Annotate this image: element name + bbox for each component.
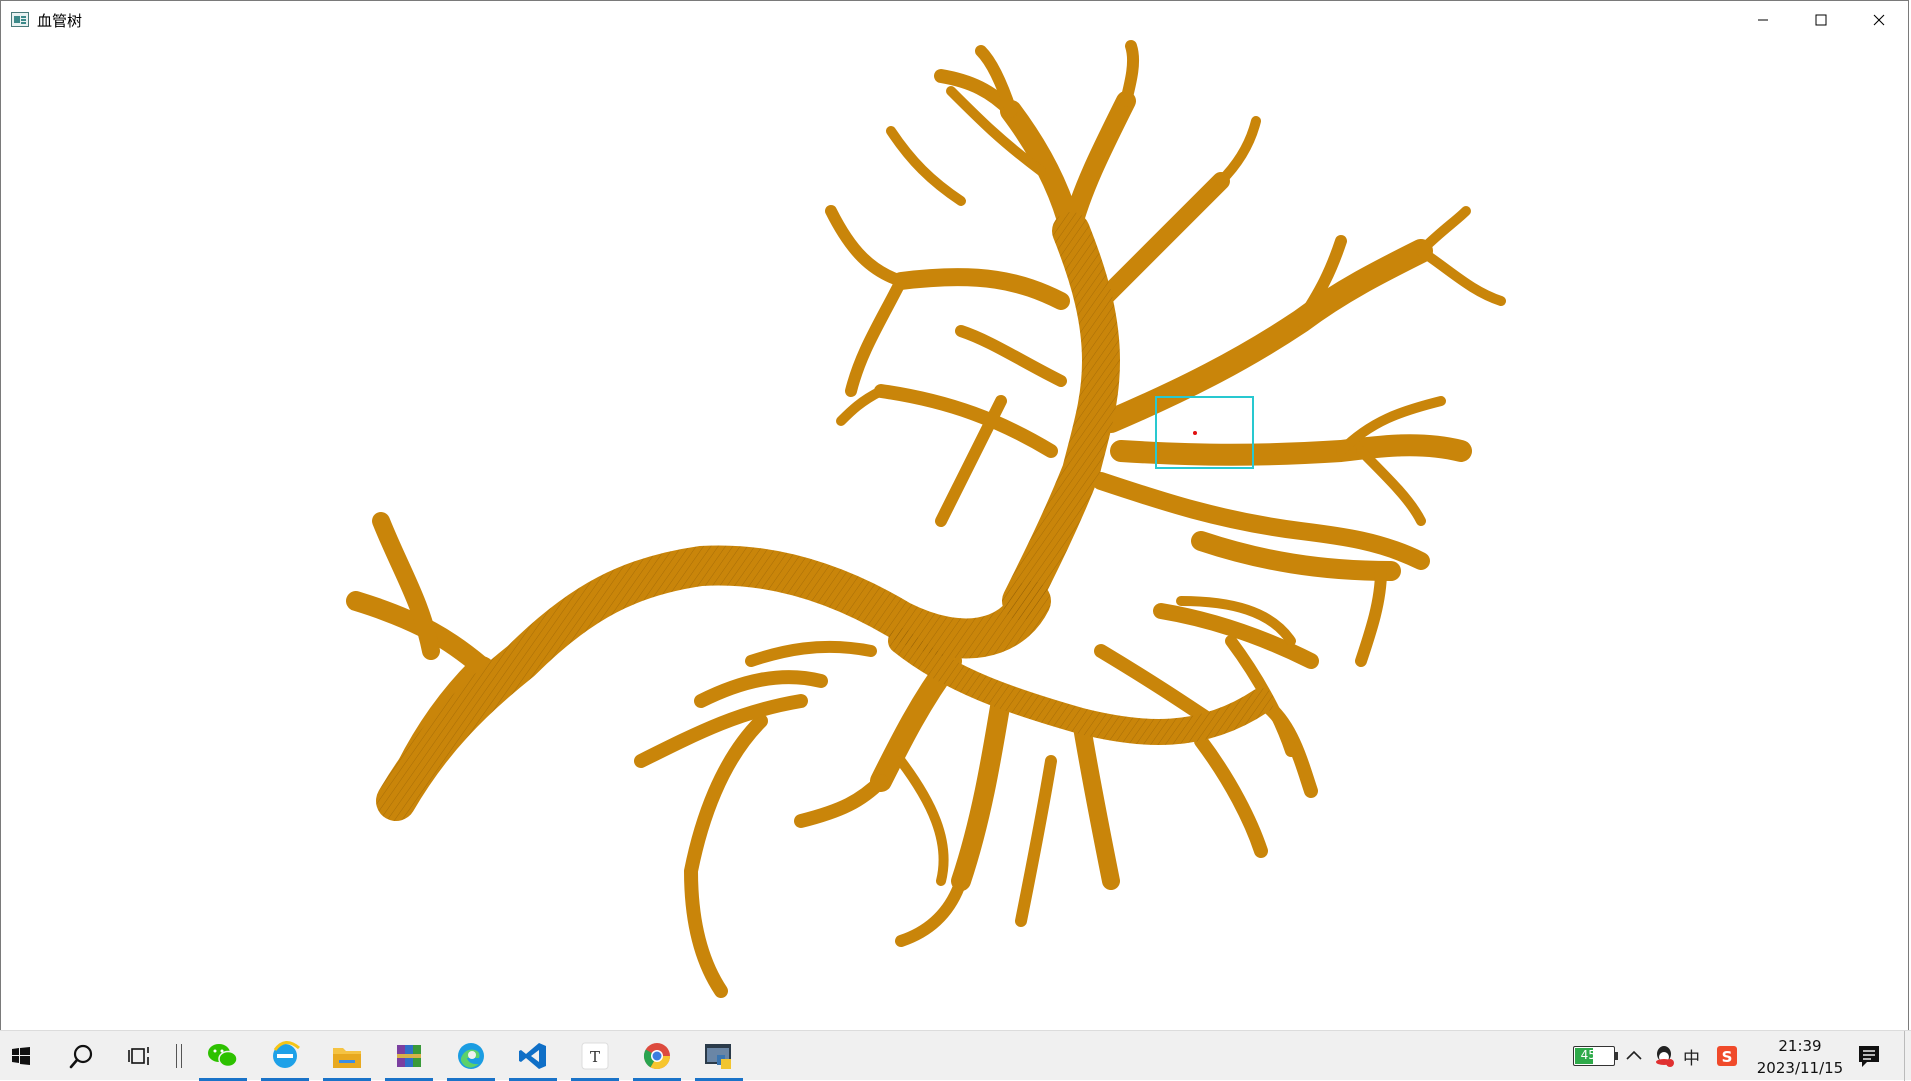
qq-icon — [1656, 1046, 1674, 1067]
3d-viewport[interactable] — [1, 39, 1908, 1031]
taskbar-vscode[interactable] — [503, 1031, 563, 1081]
clock-date: 2023/11/15 — [1756, 1059, 1844, 1077]
vscode-icon — [519, 1043, 546, 1069]
minimize-icon — [1758, 19, 1768, 21]
window-title: 血管树 — [37, 12, 83, 30]
taskbar-file-explorer[interactable] — [317, 1031, 377, 1081]
file-explorer-icon — [333, 1048, 361, 1068]
search-icon — [69, 1044, 93, 1069]
task-view-icon — [128, 1047, 149, 1065]
clock-time: 21:39 — [1778, 1037, 1822, 1055]
system-clock[interactable]: 21:39 2023/11/15 — [1745, 1035, 1855, 1079]
start-button[interactable] — [0, 1031, 42, 1081]
tray-sogou[interactable]: S — [1716, 1044, 1738, 1072]
search-button[interactable] — [52, 1031, 112, 1081]
svg-text:S: S — [1722, 1048, 1733, 1066]
chrome-icon — [643, 1043, 671, 1070]
task-view-button[interactable] — [110, 1031, 170, 1081]
battery-indicator[interactable]: 45% — [1573, 1046, 1615, 1066]
chevron-up-icon — [1626, 1050, 1642, 1060]
vessel-tree-model[interactable] — [1, 39, 1908, 1031]
battery-percent: 45% — [1580, 1048, 1608, 1062]
taskbar-divider — [176, 1044, 182, 1068]
svg-text:T: T — [590, 1048, 600, 1066]
taskbar-edge[interactable] — [441, 1031, 501, 1081]
python-app-icon — [705, 1044, 731, 1069]
start-icon — [12, 1047, 30, 1065]
app-window-icon — [11, 12, 29, 27]
close-button[interactable] — [1850, 1, 1908, 39]
show-desktop-button[interactable] — [1904, 1031, 1905, 1081]
winrar-icon — [397, 1045, 421, 1067]
show-hidden-icons-button[interactable] — [1625, 1046, 1643, 1070]
edge-icon — [458, 1043, 484, 1069]
vessel-shading — [376, 212, 1274, 821]
taskbar-python-app[interactable] — [689, 1031, 749, 1081]
taskbar-typora[interactable]: T — [565, 1031, 625, 1081]
app-window: 血管树 — [0, 0, 1909, 1031]
battery-tip — [1615, 1052, 1618, 1060]
ie-icon — [273, 1041, 300, 1068]
vessel-branches — [346, 40, 1506, 998]
taskbar: T 45% 中 S 21:39 2023/11/15 — [0, 1030, 1911, 1081]
title-bar[interactable]: 血管树 — [1, 1, 1908, 39]
action-center-button[interactable] — [1856, 1043, 1882, 1073]
selection-marker — [1193, 431, 1197, 435]
taskbar-chrome[interactable] — [627, 1031, 687, 1081]
notification-icon — [1859, 1046, 1879, 1067]
typora-icon: T — [581, 1042, 609, 1070]
ime-indicator[interactable]: 中 — [1683, 1044, 1700, 1069]
sogou-input-icon: S — [1717, 1046, 1737, 1066]
maximize-button[interactable] — [1792, 1, 1850, 39]
tray-qq[interactable] — [1654, 1044, 1674, 1072]
close-icon — [1873, 14, 1885, 26]
wechat-icon — [208, 1044, 238, 1068]
taskbar-winrar[interactable] — [379, 1031, 439, 1081]
minimize-button[interactable] — [1734, 1, 1792, 39]
taskbar-wechat[interactable] — [193, 1031, 253, 1081]
taskbar-ie[interactable] — [255, 1031, 315, 1081]
maximize-icon — [1815, 14, 1827, 26]
